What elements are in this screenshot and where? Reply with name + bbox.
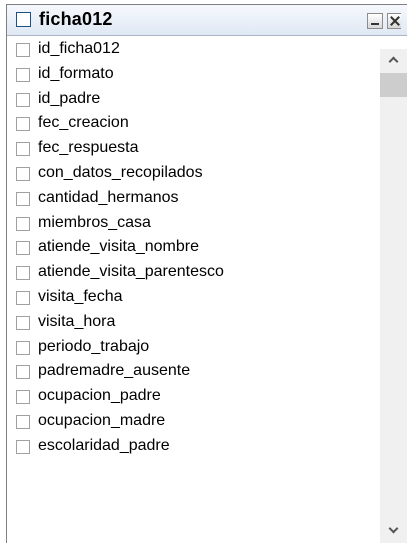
scroll-thumb[interactable] <box>380 73 407 97</box>
column-checkbox[interactable] <box>16 290 30 305</box>
column-name: visita_fecha <box>38 287 123 305</box>
column-row[interactable]: fec_creacion <box>7 112 377 137</box>
column-name: atiende_visita_nombre <box>38 238 199 256</box>
column-checkbox[interactable] <box>16 266 30 281</box>
column-checkbox[interactable] <box>16 390 30 405</box>
column-row[interactable]: ocupacion_madre <box>7 410 377 435</box>
column-row[interactable]: escolaridad_padre <box>7 435 377 460</box>
column-name: periodo_trabajo <box>38 337 150 355</box>
column-name: ocupacion_padre <box>38 387 161 405</box>
column-checkbox[interactable] <box>16 142 30 157</box>
scroll-up-button[interactable] <box>380 49 407 73</box>
column-checkbox[interactable] <box>16 241 30 256</box>
table-title: ficha012 <box>39 9 113 29</box>
column-list: id_ficha012 id_formato id_padre fec_creacio… <box>7 38 377 543</box>
select-all-checkbox[interactable] <box>16 12 31 27</box>
chevron-up-icon <box>388 56 399 67</box>
column-row[interactable]: id_formato <box>7 63 377 88</box>
table-window: ficha012 id_ficha012 id_formato id_padrefe… <box>6 4 407 543</box>
column-row[interactable]: fec_respuesta <box>7 137 377 162</box>
column-checkbox[interactable] <box>16 67 30 82</box>
column-checkbox[interactable] <box>16 315 30 330</box>
column-checkbox[interactable] <box>16 117 30 132</box>
column-row[interactable]: padremadre_ausente <box>7 360 377 385</box>
column-row[interactable]: periodo_trabajo <box>7 336 377 361</box>
column-name: con_datos_recopilados <box>38 163 203 181</box>
column-checkbox[interactable] <box>16 365 30 380</box>
column-row[interactable]: cantidad_hermanos <box>7 187 377 212</box>
column-checkbox[interactable] <box>16 439 30 454</box>
column-name: atiende_visita_parentesco <box>38 263 224 281</box>
column-row[interactable]: con_datos_recopilados <box>7 162 377 187</box>
column-row[interactable]: visita_hora <box>7 311 377 336</box>
column-name: id_ficha012 <box>38 40 120 57</box>
column-name: fec_respuesta <box>38 139 139 157</box>
column-row[interactable]: atiende_visita_nombre <box>7 236 377 261</box>
column-checkbox[interactable] <box>16 340 30 355</box>
column-checkbox[interactable] <box>16 191 30 206</box>
column-name: id_padre <box>38 89 101 107</box>
column-name: miembros_casa <box>38 213 151 231</box>
column-name: visita_hora <box>38 312 116 330</box>
column-name: fec_creacion <box>38 114 129 132</box>
column-checkbox[interactable] <box>16 216 30 231</box>
chevron-down-icon <box>388 523 399 534</box>
column-checkbox[interactable] <box>16 166 30 181</box>
vertical-scrollbar[interactable] <box>380 49 407 543</box>
close-icon[interactable] <box>387 13 401 29</box>
column-name: ocupacion_madre <box>38 411 166 429</box>
minimize-icon[interactable] <box>367 13 383 29</box>
title-bar[interactable]: ficha012 <box>7 5 407 36</box>
column-row[interactable]: atiende_visita_parentesco <box>7 261 377 286</box>
column-row[interactable]: ocupacion_padre <box>7 385 377 410</box>
column-row[interactable]: miembros_casa <box>7 212 377 237</box>
column-checkbox[interactable] <box>16 92 30 107</box>
column-row[interactable]: id_padre <box>7 88 377 113</box>
column-checkbox[interactable] <box>16 414 30 429</box>
column-name: padremadre_ausente <box>38 362 191 380</box>
column-name: id_formato <box>38 64 114 82</box>
column-row[interactable]: visita_fecha <box>7 286 377 311</box>
column-name: cantidad_hermanos <box>38 188 179 206</box>
scroll-down-button[interactable] <box>380 520 407 543</box>
column-checkbox[interactable] <box>16 43 30 57</box>
column-row[interactable]: id_ficha012 <box>7 38 377 63</box>
column-name: escolaridad_padre <box>38 436 170 454</box>
